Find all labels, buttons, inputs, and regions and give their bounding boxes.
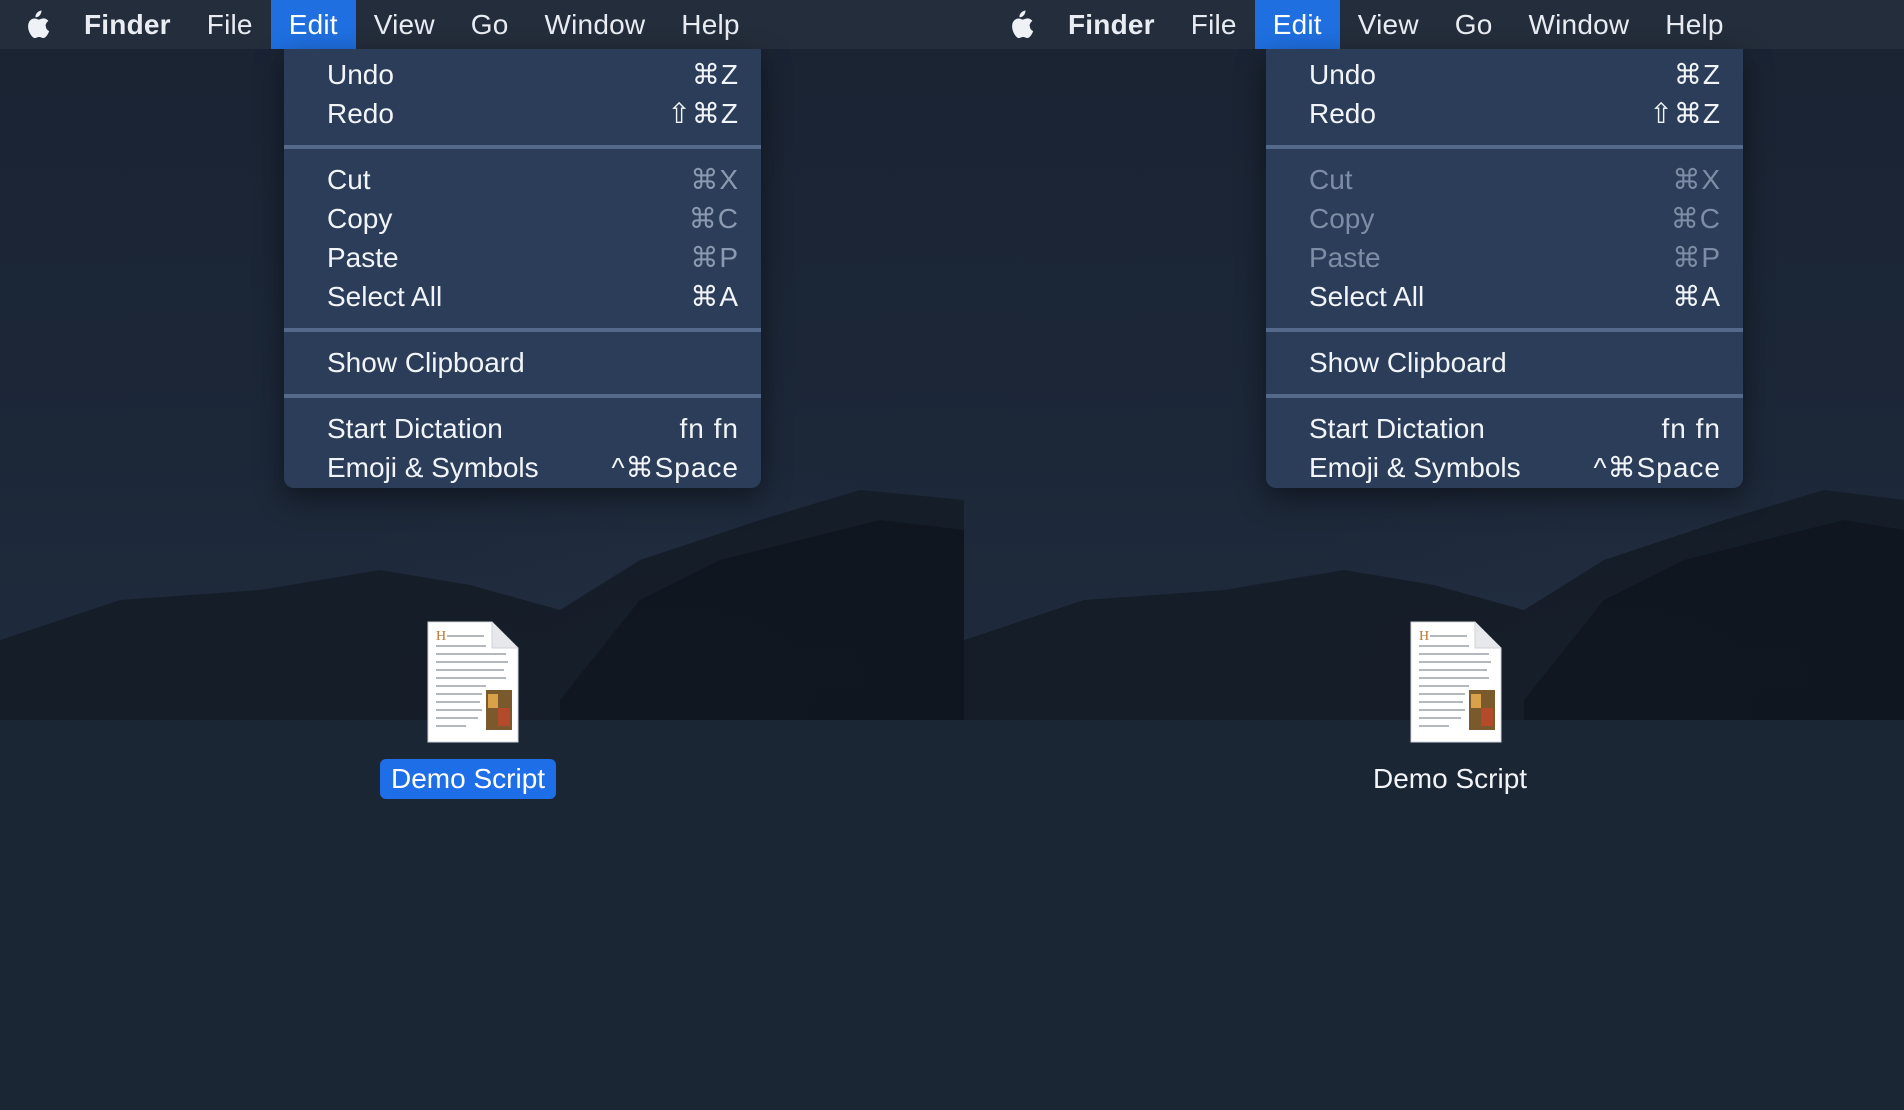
shortcut-emoji: ^⌘Space — [611, 452, 739, 483]
menu-item-redo[interactable]: Redo ⇧⌘Z — [284, 94, 761, 133]
menu-item-start-dictation[interactable]: Start Dictation fn fn — [1266, 409, 1743, 448]
menu-item-show-clipboard[interactable]: Show Clipboard — [1266, 343, 1743, 382]
desktop-panel-left: Finder File Edit View Go Window Help Und… — [0, 0, 964, 1110]
menu-edit[interactable]: Edit — [270, 0, 356, 49]
menu-item-copy[interactable]: Copy ⌘C — [284, 199, 761, 238]
menu-item-select-all[interactable]: Select All ⌘A — [284, 277, 761, 316]
menu-finder[interactable]: Finder — [1068, 0, 1173, 49]
edit-menu-dropdown: Undo ⌘Z Redo ⇧⌘Z Cut ⌘X Copy ⌘C Paste ⌘P Sele… — [1266, 49, 1743, 488]
shortcut-cut: ⌘X — [1672, 164, 1721, 195]
menu-item-undo[interactable]: Undo ⌘Z — [284, 55, 761, 94]
edit-menu-dropdown: Undo ⌘Z Redo ⇧⌘Z Cut ⌘X Copy ⌘C Paste ⌘P Sele… — [284, 49, 761, 488]
menu-edit[interactable]: Edit — [1254, 0, 1340, 49]
shortcut-copy: ⌘C — [1670, 203, 1721, 234]
menu-go[interactable]: Go — [453, 0, 527, 49]
shortcut-dictation: fn fn — [1661, 412, 1721, 444]
shortcut-copy: ⌘C — [688, 203, 739, 234]
menu-file[interactable]: File — [1173, 0, 1255, 49]
menu-item-paste-disabled: Paste ⌘P — [1309, 241, 1721, 274]
shortcut-undo: ⌘Z — [1673, 59, 1721, 90]
apple-menu-icon[interactable] — [22, 8, 52, 42]
shortcut-dictation: fn fn — [679, 412, 739, 444]
menu-file[interactable]: File — [189, 0, 271, 49]
menu-window[interactable]: Window — [1511, 0, 1648, 49]
svg-text:H: H — [1419, 629, 1429, 644]
menu-window[interactable]: Window — [527, 0, 664, 49]
menu-item-emoji-symbols[interactable]: Emoji & Symbols ^⌘Space — [284, 448, 761, 487]
document-file-icon[interactable]: H — [426, 620, 520, 744]
file-name-label[interactable]: Demo Script — [380, 759, 557, 799]
menu-go[interactable]: Go — [1437, 0, 1511, 49]
apple-menu-icon[interactable] — [1006, 8, 1036, 42]
shortcut-cut: ⌘X — [690, 164, 739, 195]
shortcut-paste: ⌘P — [690, 242, 739, 273]
menu-item-emoji-symbols[interactable]: Emoji & Symbols ^⌘Space — [1266, 448, 1743, 487]
menu-separator — [1266, 145, 1743, 149]
file-name-label[interactable]: Demo Script — [1362, 759, 1538, 799]
menu-finder[interactable]: Finder — [84, 0, 189, 49]
document-file-icon[interactable]: H — [1409, 620, 1503, 744]
shortcut-select-all: ⌘A — [690, 281, 739, 312]
menu-separator — [1266, 328, 1743, 332]
menu-help[interactable]: Help — [1647, 0, 1741, 49]
menu-help[interactable]: Help — [663, 0, 757, 49]
menu-item-cut[interactable]: Cut ⌘X — [284, 160, 761, 199]
menu-item-copy-disabled: Copy ⌘C — [1309, 202, 1721, 235]
menu-item-redo[interactable]: Redo ⇧⌘Z — [1266, 94, 1743, 133]
menu-view[interactable]: View — [356, 0, 453, 49]
shortcut-paste: ⌘P — [1672, 242, 1721, 273]
shortcut-redo: ⇧⌘Z — [1649, 98, 1721, 129]
shortcut-redo: ⇧⌘Z — [667, 98, 739, 129]
desktop-panel-right: Finder File Edit View Go Window Help Und… — [964, 0, 1904, 1110]
menu-separator — [1266, 394, 1743, 398]
shortcut-emoji: ^⌘Space — [1593, 452, 1721, 483]
menu-item-paste[interactable]: Paste ⌘P — [284, 238, 761, 277]
menu-item-undo[interactable]: Undo ⌘Z — [1266, 55, 1743, 94]
menu-separator — [284, 394, 761, 398]
menu-separator — [284, 145, 761, 149]
menu-bar: Finder File Edit View Go Window Help — [964, 0, 1904, 49]
menu-item-start-dictation[interactable]: Start Dictation fn fn — [284, 409, 761, 448]
menu-separator — [284, 328, 761, 332]
svg-text:H: H — [436, 629, 446, 644]
menu-view[interactable]: View — [1340, 0, 1437, 49]
menu-item-cut-disabled: Cut ⌘X — [1309, 163, 1721, 196]
menu-item-show-clipboard[interactable]: Show Clipboard — [284, 343, 761, 382]
shortcut-undo: ⌘Z — [691, 59, 739, 90]
menu-bar: Finder File Edit View Go Window Help — [0, 0, 964, 49]
shortcut-select-all: ⌘A — [1672, 281, 1721, 312]
menu-item-select-all[interactable]: Select All ⌘A — [1266, 277, 1743, 316]
